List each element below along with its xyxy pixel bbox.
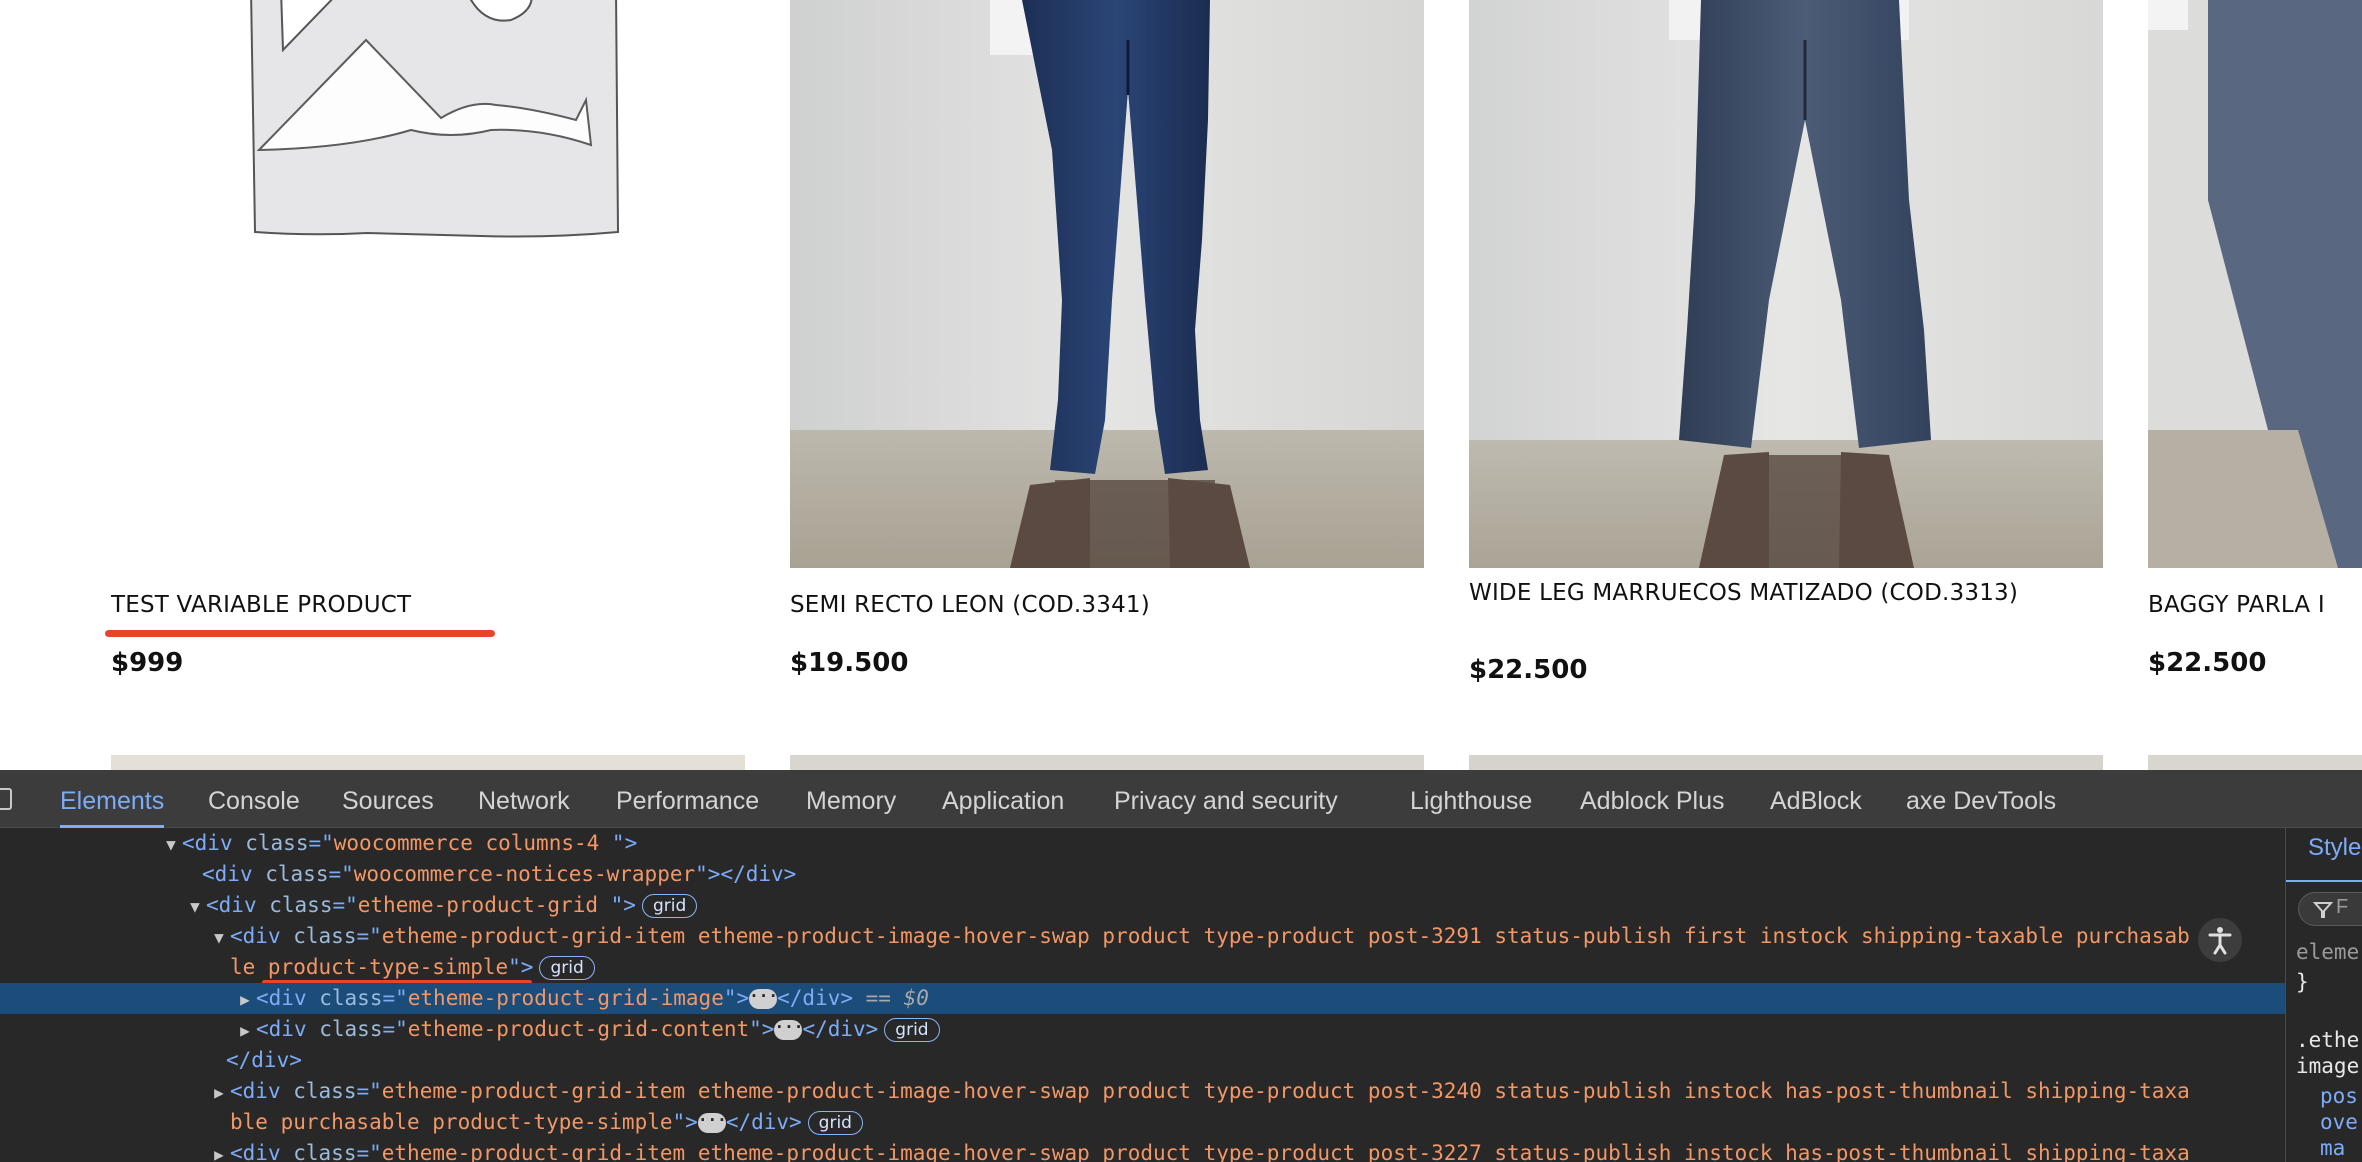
jeans-photo (790, 0, 1424, 568)
dom-node-continuation[interactable]: ble purchasable product-type-simple">···… (0, 1107, 2285, 1138)
title-underline-annotation (105, 630, 495, 637)
collapsed-triangle-icon[interactable]: ▶ (208, 1139, 230, 1162)
device-toolbar-icon[interactable] (0, 788, 12, 810)
ellipsis-icon[interactable]: ··· (749, 988, 778, 1009)
jeans-photo (1469, 0, 2103, 568)
tab-memory[interactable]: Memory (806, 770, 896, 828)
grid-badge[interactable]: grid (641, 894, 698, 918)
css-property[interactable]: ove (2320, 1110, 2358, 1134)
tab-adblock[interactable]: AdBlock (1770, 770, 1862, 828)
dom-node-continuation[interactable]: le product-type-simple"> grid (0, 952, 2285, 983)
accessibility-icon (2208, 927, 2232, 955)
rule-close: } (2296, 970, 2309, 994)
element-style-label: eleme (2296, 940, 2360, 964)
product-grid: TEST VARIABLE PRODUCT $999 SEMI RECTO LE… (0, 0, 2362, 770)
product-price: $22.500 (1469, 655, 1588, 685)
css-property[interactable]: ma (2320, 1136, 2345, 1160)
tab-adblock-plus[interactable]: Adblock Plus (1580, 770, 1725, 828)
styles-tab-indicator (2286, 880, 2362, 882)
ellipsis-icon[interactable]: ··· (774, 1019, 803, 1040)
product-image[interactable] (2148, 0, 2362, 568)
tab-elements[interactable]: Elements (60, 770, 165, 828)
dom-tree: ▼ <div class="woocommerce columns-4 "> <d… (0, 828, 2285, 1162)
ellipsis-icon[interactable]: ··· (697, 1112, 727, 1133)
grid-badge[interactable]: grid (807, 1111, 863, 1135)
product-title[interactable]: SEMI RECTO LEON (COD.3341) (790, 590, 1424, 620)
product-price: $999 (111, 648, 184, 678)
styles-filter-input[interactable] (2298, 892, 2362, 926)
product-image[interactable] (1469, 0, 2103, 568)
product-title[interactable]: WIDE LEG MARRUECOS MATIZADO (COD.3313) (1469, 578, 2103, 608)
grid-badge[interactable]: grid (884, 1018, 940, 1042)
product-card[interactable]: SEMI RECTO LEON (COD.3341) $19.500 (790, 0, 1424, 770)
product-price: $19.500 (790, 648, 909, 678)
dom-node[interactable]: ▼ <div class="woocommerce columns-4 "> (0, 828, 2285, 859)
filter-placeholder: F (2336, 896, 2349, 918)
dom-node[interactable]: ▶ <div class="etheme-product-grid-item et… (0, 1138, 2285, 1162)
dom-node[interactable]: ▼ <div class="etheme-product-grid-item et… (0, 921, 2285, 952)
grid-badge[interactable]: grid (539, 956, 595, 980)
product-image[interactable] (790, 0, 1424, 568)
tab-performance[interactable]: Performance (616, 770, 759, 828)
filter-icon (2313, 902, 2333, 918)
next-row-image (1469, 755, 2103, 770)
next-row-image (111, 755, 745, 770)
collapsed-triangle-icon[interactable]: ▶ (208, 1077, 230, 1108)
dom-node[interactable]: ▶ <div class="etheme-product-grid-item et… (0, 1076, 2285, 1107)
dom-node[interactable]: ▶ <div class="etheme-product-grid-content… (0, 1014, 2285, 1045)
devtools-panel: Elements Console Sources Network Perform… (0, 770, 2362, 1162)
dom-node-close[interactable]: </div> (0, 1045, 2285, 1076)
jeans-photo (2148, 0, 2362, 568)
placeholder-image-icon (250, 0, 620, 238)
dom-node[interactable]: ▼ <div class="etheme-product-grid "> grid (0, 890, 2285, 921)
tab-network[interactable]: Network (478, 770, 570, 828)
tab-styles[interactable]: Styles (2308, 834, 2362, 862)
dom-node[interactable]: <div class="woocommerce-notices-wrapper"… (0, 859, 2285, 890)
next-row-image (790, 755, 1424, 770)
tab-application[interactable]: Application (942, 770, 1064, 828)
tab-console[interactable]: Console (208, 770, 300, 828)
devtools-tab-bar: Elements Console Sources Network Perform… (0, 770, 2362, 828)
product-title[interactable]: BAGGY PARLA I (2148, 590, 2362, 620)
product-card[interactable]: WIDE LEG MARRUECOS MATIZADO (COD.3313) $… (1469, 0, 2103, 770)
product-card[interactable]: BAGGY PARLA I $22.500 (2148, 0, 2362, 770)
tab-sources[interactable]: Sources (342, 770, 434, 828)
next-row-image (2148, 755, 2362, 770)
collapsed-triangle-icon[interactable]: ▶ (234, 1015, 256, 1046)
styles-pane: Styles F eleme } .ethe image pos ove ma … (2285, 828, 2362, 1162)
product-image[interactable] (111, 0, 745, 568)
tab-axe-devtools[interactable]: axe DevTools (1906, 770, 2056, 828)
tab-lighthouse[interactable]: Lighthouse (1410, 770, 1532, 828)
css-selector[interactable]: image (2296, 1054, 2359, 1078)
accessibility-button[interactable] (2198, 918, 2242, 962)
expanded-triangle-icon[interactable]: ▼ (208, 922, 230, 953)
product-price: $22.500 (2148, 648, 2267, 678)
product-title[interactable]: TEST VARIABLE PRODUCT (111, 590, 745, 620)
css-property[interactable]: pos (2320, 1084, 2358, 1108)
expanded-triangle-icon[interactable]: ▼ (160, 829, 182, 860)
dom-node-selected[interactable]: ▶ <div class="etheme-product-grid-image">… (0, 983, 2285, 1014)
product-card[interactable]: TEST VARIABLE PRODUCT $999 (105, 0, 745, 770)
expanded-triangle-icon[interactable]: ▼ (184, 891, 206, 922)
css-selector[interactable]: .ethe (2296, 1028, 2359, 1052)
collapsed-triangle-icon[interactable]: ▶ (234, 984, 256, 1015)
tab-privacy[interactable]: Privacy and security (1114, 770, 1338, 828)
